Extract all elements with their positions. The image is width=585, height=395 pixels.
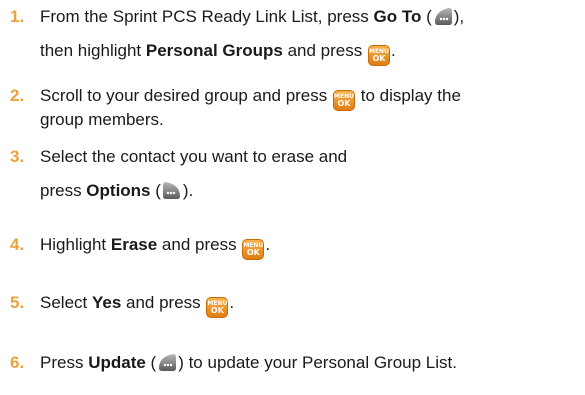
step-text: and press <box>121 293 206 312</box>
step-line: press Options (). <box>40 181 193 201</box>
step-text: Select <box>40 293 92 312</box>
step-number: 2. <box>10 86 25 105</box>
step-number: 6. <box>10 353 25 372</box>
step-line: Select Yes and press MENU OK. <box>40 293 234 318</box>
key-name: Options <box>86 181 151 200</box>
step-text: ), <box>453 7 465 26</box>
menu-item-name: Personal Groups <box>145 41 283 60</box>
option-name: Yes <box>91 293 122 312</box>
step-text: and press <box>282 41 367 60</box>
step-number: 5. <box>10 293 25 312</box>
menu-ok-key-icon: MENU OK <box>242 239 265 260</box>
step-text: and press <box>157 235 242 254</box>
step-line: From the Sprint PCS Ready Link List, pre… <box>40 7 464 27</box>
step-text: From the Sprint PCS Ready Link List, pre… <box>40 7 374 26</box>
step-text: ( <box>421 7 432 26</box>
step-text: ) to update your Personal Group List. <box>178 353 457 372</box>
step-line: group members. <box>40 110 164 130</box>
step-text: press <box>40 181 87 200</box>
menu-item-name: Erase <box>110 235 158 254</box>
left-softkey-icon <box>433 7 453 26</box>
step-text: group members. <box>40 110 164 129</box>
key-name: Go To <box>373 7 422 26</box>
step-text: ( <box>150 181 161 200</box>
step-text: ( <box>145 353 157 372</box>
step-number: 3. <box>10 147 25 166</box>
step-text: . <box>229 293 235 312</box>
step-line: then highlight Personal Groups and press… <box>40 41 396 66</box>
step-number: 1. <box>10 7 25 26</box>
step-line: Highlight Erase and press MENU OK. <box>40 235 270 260</box>
key-name: Update <box>88 353 146 372</box>
step-line: Select the contact you want to erase and <box>40 147 347 167</box>
step-text: Select the contact you want to erase and <box>40 147 348 166</box>
step-text: to display the <box>356 86 461 105</box>
menu-ok-key-icon: MENU OK <box>367 45 390 66</box>
step-text: Press <box>40 353 89 372</box>
step-number: 4. <box>10 235 25 254</box>
menu-ok-key-icon: MENU OK <box>333 90 355 111</box>
step-text: . <box>390 41 396 60</box>
step-text: Highlight <box>40 235 111 254</box>
step-line: Scroll to your desired group and press M… <box>40 86 461 111</box>
step-text: . <box>265 235 271 254</box>
step-text: then highlight <box>40 41 146 60</box>
left-softkey-icon <box>157 353 177 372</box>
step-text: ). <box>182 181 194 200</box>
right-softkey-icon <box>162 181 182 200</box>
step-text: Scroll to your desired group and press <box>40 86 332 105</box>
step-line: Press Update ( ) to update your Personal … <box>40 353 457 373</box>
menu-ok-key-icon: MENU OK <box>206 297 229 318</box>
